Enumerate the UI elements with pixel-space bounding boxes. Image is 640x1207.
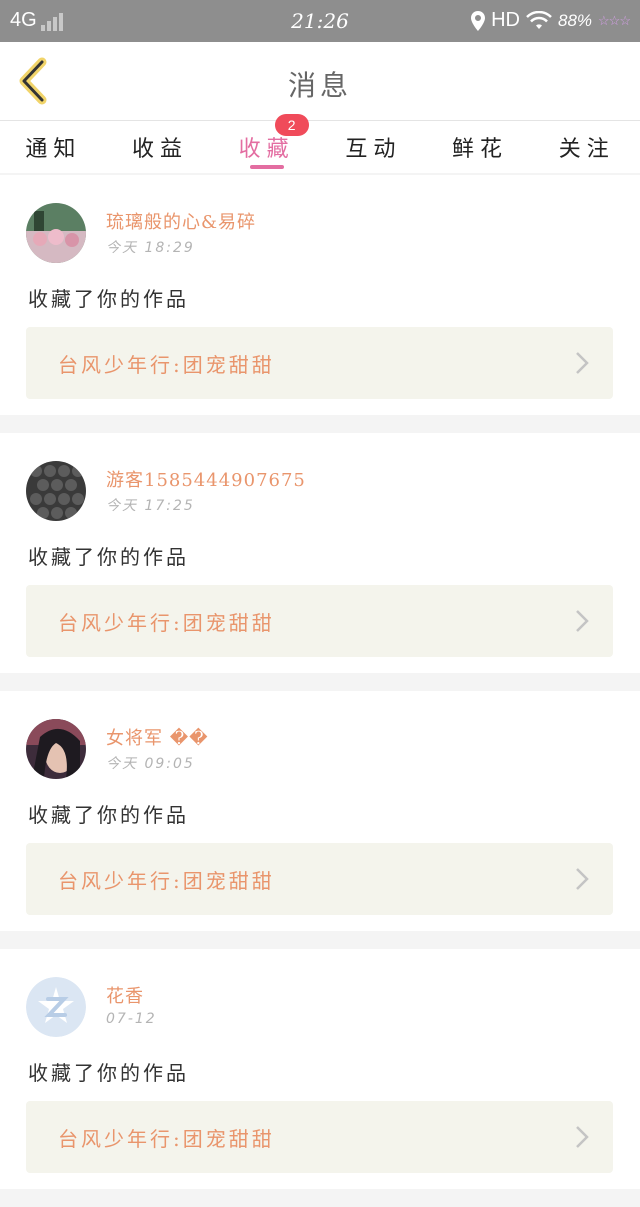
message-time: 07-12	[106, 1011, 157, 1027]
message-card: 女将军 �� 今天 09:05 收藏了你的作品 台风少年行:团宠甜甜	[0, 691, 640, 931]
work-title: 台风少年行:团宠甜甜	[58, 869, 275, 893]
tab-label: 互动	[345, 137, 402, 162]
tab-flowers[interactable]: 鲜花	[427, 121, 534, 173]
tab-bar: 通知 收益 收藏 2 互动 鲜花 关注	[0, 114, 640, 173]
page-title: 消息	[287, 69, 352, 102]
status-bar: 4G 21:26 HD 88% ☆☆☆	[0, 0, 640, 42]
work-title: 台风少年行:团宠甜甜	[58, 611, 275, 635]
avatar[interactable]	[26, 977, 86, 1037]
tab-label: 收益	[132, 137, 189, 162]
message-time: 今天 17:25	[106, 498, 195, 514]
tab-label: 关注	[558, 137, 615, 162]
work-link[interactable]: 台风少年行:团宠甜甜	[26, 327, 613, 399]
message-card: 琉璃般的心&易碎 今天 18:29 收藏了你的作品 台风少年行:团宠甜甜	[0, 175, 640, 415]
chevron-right-icon	[576, 610, 589, 632]
message-list: 琉璃般的心&易碎 今天 18:29 收藏了你的作品 台风少年行:团宠甜甜 游客1…	[0, 175, 640, 1207]
tab-label: 鲜花	[452, 137, 509, 162]
work-title: 台风少年行:团宠甜甜	[58, 353, 275, 377]
message-action: 收藏了你的作品	[28, 1061, 189, 1085]
message-time: 今天 09:05	[106, 756, 195, 772]
wifi-icon	[526, 10, 552, 29]
unread-badge: 2	[274, 114, 309, 136]
user-name[interactable]: 游客1585444907675	[106, 466, 306, 492]
avatar[interactable]	[26, 461, 86, 521]
message-time: 今天 18:29	[106, 240, 195, 256]
tab-interactions[interactable]: 互动	[320, 121, 427, 173]
status-icons: HD 88% ☆☆☆	[471, 9, 631, 32]
tab-label: 收藏	[238, 137, 295, 162]
battery-level: 88%	[558, 10, 593, 30]
header-bar: 消息	[0, 42, 640, 121]
message-card: 花香 07-12 收藏了你的作品 台风少年行:团宠甜甜	[0, 949, 640, 1189]
avatar[interactable]	[26, 719, 86, 779]
chevron-right-icon	[576, 352, 589, 374]
chevron-right-icon	[576, 1126, 589, 1148]
message-action: 收藏了你的作品	[28, 545, 189, 569]
avatar[interactable]	[26, 203, 86, 263]
tab-notifications[interactable]: 通知	[0, 121, 107, 173]
user-name[interactable]: 花香	[106, 982, 144, 1008]
tab-follows[interactable]: 关注	[533, 121, 640, 173]
tab-label: 通知	[25, 137, 82, 162]
work-link[interactable]: 台风少年行:团宠甜甜	[26, 1101, 613, 1173]
chevron-right-icon	[576, 868, 589, 890]
message-card: 游客1585444907675 今天 17:25 收藏了你的作品 台风少年行:团…	[0, 433, 640, 673]
active-tab-indicator	[249, 165, 284, 169]
message-action: 收藏了你的作品	[28, 803, 189, 827]
message-action: 收藏了你的作品	[28, 287, 189, 311]
stars-icon: ☆☆☆	[598, 12, 631, 28]
tab-favorites[interactable]: 收藏 2	[213, 114, 320, 173]
work-link[interactable]: 台风少年行:团宠甜甜	[26, 585, 613, 657]
location-icon	[471, 10, 486, 31]
work-link[interactable]: 台风少年行:团宠甜甜	[26, 843, 613, 915]
user-name[interactable]: 女将军 ��	[106, 724, 209, 750]
tab-earnings[interactable]: 收益	[107, 121, 214, 173]
user-name[interactable]: 琉璃般的心&易碎	[106, 208, 256, 234]
hd-label: HD	[491, 9, 520, 31]
